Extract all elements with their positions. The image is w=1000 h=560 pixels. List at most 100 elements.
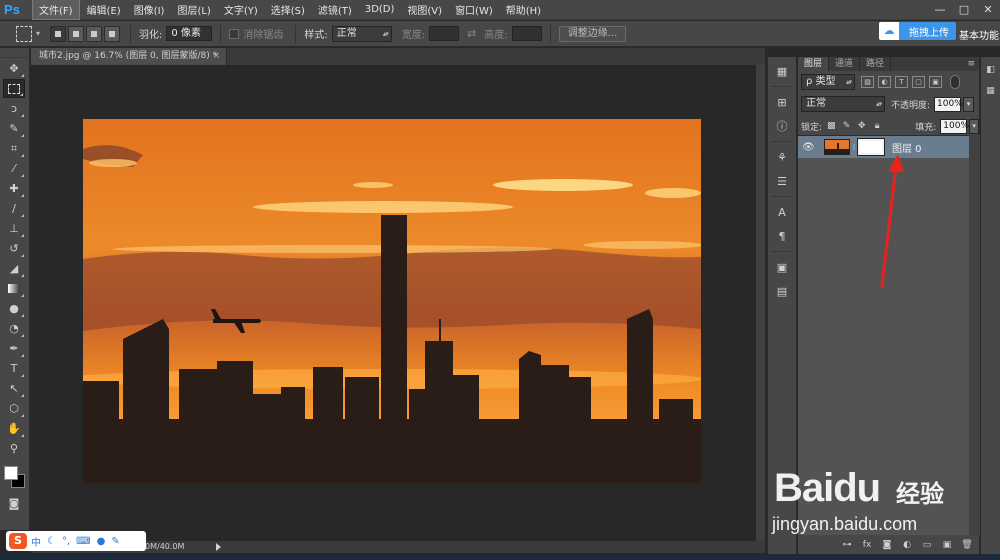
link-icon[interactable]: ⁝	[850, 143, 858, 152]
shape-tool-icon[interactable]: ⬡	[3, 399, 25, 418]
tab-layers[interactable]: 图层	[798, 57, 830, 71]
antialias-checkbox[interactable]	[229, 28, 240, 39]
notes-panel-icon[interactable]: ▤	[771, 281, 793, 301]
move-tool-icon[interactable]: ✥	[3, 59, 25, 78]
style-select[interactable]: 正常	[331, 25, 392, 42]
pen-tool-icon[interactable]: ✒	[3, 339, 25, 358]
hand-tool-icon[interactable]: ✋	[3, 419, 25, 438]
punctuation-icon[interactable]: °,	[62, 536, 70, 547]
watermark-site: jingyan.baidu.com	[772, 514, 918, 534]
menu-help[interactable]: 帮助(H)	[500, 0, 547, 19]
keyboard-icon[interactable]: ⌨	[76, 536, 90, 547]
fill-input[interactable]: 100%	[940, 118, 969, 134]
adjustment-filter-icon[interactable]: ◐	[878, 76, 891, 88]
lock-transparent-icon[interactable]: ▩	[826, 120, 836, 132]
intersect-selection-button[interactable]	[104, 25, 121, 42]
filter-toggle[interactable]	[950, 75, 960, 89]
properties-panel-icon[interactable]: ⊞	[771, 92, 793, 112]
lasso-tool-icon[interactable]: ↄ	[3, 99, 25, 118]
menu-window[interactable]: 窗口(W)	[449, 0, 499, 19]
wrench-icon[interactable]: ✎	[111, 536, 119, 547]
menu-edit[interactable]: 编辑(E)	[81, 0, 127, 19]
feather-input[interactable]: 0 像素	[166, 26, 213, 41]
upload-label: 拖拽上传	[909, 27, 949, 39]
tab-channels[interactable]: 通道	[829, 57, 861, 71]
blur-tool-icon[interactable]: ●	[3, 299, 25, 318]
history-brush-tool-icon[interactable]: ↺	[3, 239, 25, 258]
eraser-tool-icon[interactable]: ◢	[3, 259, 25, 278]
adjustments-panel-icon[interactable]: ☰	[771, 171, 793, 191]
user-icon[interactable]: ●	[97, 536, 106, 547]
chevron-down-icon[interactable]: ▾	[36, 29, 40, 38]
upload-button[interactable]: ☁ 拖拽上传	[879, 22, 956, 40]
swatches-panel-icon[interactable]: ▦	[983, 84, 998, 99]
foreground-color-swatch[interactable]	[4, 466, 18, 480]
clone-stamp-tool-icon[interactable]: ⊥	[3, 219, 25, 238]
lock-image-icon[interactable]: ✎	[841, 120, 851, 132]
menu-select[interactable]: 选择(S)	[265, 0, 311, 19]
close-tab-icon[interactable]: ×	[212, 48, 220, 65]
gradient-tool-icon[interactable]	[3, 279, 25, 298]
lock-all-icon[interactable]: 🔒︎	[872, 120, 882, 132]
workspace-switcher[interactable]: 基本功能	[959, 27, 999, 42]
options-bar: ▾ 羽化: 0 像素 消除锯齿 样式: 正常 宽度: ⇄ 高度: 调整边缘...	[0, 21, 1000, 47]
type-filter-icon[interactable]: T	[895, 76, 908, 88]
moon-icon[interactable]: ☾	[47, 536, 56, 547]
rect-marquee-tool-icon[interactable]	[3, 79, 25, 98]
info-panel-icon[interactable]: ⓘ	[771, 116, 793, 136]
height-input[interactable]	[511, 26, 542, 41]
brush-tool-icon[interactable]: ∕	[3, 199, 25, 218]
layer-filter-select[interactable]: ρ 类型	[801, 74, 855, 90]
brush-panel-icon[interactable]: ⚘	[771, 147, 793, 167]
close-window-button[interactable]: ✕	[976, 0, 1000, 20]
ime-mode-toggle[interactable]: 中	[31, 534, 41, 549]
eyedropper-tool-icon[interactable]: ⁄	[3, 159, 25, 178]
maximize-button[interactable]: □	[952, 0, 976, 20]
quick-select-tool-icon[interactable]: ✎	[3, 119, 25, 138]
menu-3d[interactable]: 3D(D)	[359, 2, 401, 17]
add-selection-button[interactable]	[68, 25, 85, 42]
color-panel-icon[interactable]: ◧	[983, 63, 998, 78]
canvas-scrollbar[interactable]	[756, 65, 765, 541]
opacity-slider-icon[interactable]: ▾	[963, 96, 975, 112]
menu-filter[interactable]: 滤镜(T)	[312, 0, 358, 19]
new-selection-button[interactable]	[50, 25, 67, 42]
menu-layer[interactable]: 图层(L)	[171, 0, 216, 19]
path-select-tool-icon[interactable]: ↖	[3, 379, 25, 398]
pixel-filter-icon[interactable]: ▧	[861, 76, 874, 88]
type-tool-icon[interactable]: T	[3, 359, 25, 378]
character-panel-icon[interactable]: A	[771, 202, 793, 222]
dodge-tool-icon[interactable]: ◔	[3, 319, 25, 338]
menu-file[interactable]: 文件(F)	[32, 0, 80, 20]
tool-presets-panel-icon[interactable]: ▣	[771, 257, 793, 277]
menu-image[interactable]: 图像(I)	[128, 0, 171, 19]
paragraph-panel-icon[interactable]: ¶	[771, 226, 793, 246]
crop-tool-icon[interactable]: ⌗	[3, 139, 25, 158]
status-menu-arrow-icon[interactable]	[216, 543, 221, 551]
width-input[interactable]	[429, 26, 460, 41]
refine-edge-button[interactable]: 调整边缘...	[558, 25, 627, 42]
menu-view[interactable]: 视图(V)	[401, 0, 448, 19]
layer-thumbnail[interactable]	[824, 139, 850, 155]
swap-icon[interactable]: ⇄	[467, 27, 476, 40]
minimize-button[interactable]: —	[928, 0, 952, 20]
lock-position-icon[interactable]: ✥	[857, 120, 867, 132]
menu-type[interactable]: 文字(Y)	[218, 0, 264, 19]
color-swatches[interactable]	[3, 466, 27, 490]
eye-icon[interactable]: 👁︎	[802, 142, 816, 153]
smart-object-filter-icon[interactable]: ▣	[929, 76, 942, 88]
shape-filter-icon[interactable]: ▢	[912, 76, 925, 88]
blend-mode-select[interactable]: 正常	[801, 96, 885, 112]
watermark-cn: 经验	[896, 480, 944, 508]
marquee-preset-icon[interactable]	[16, 25, 32, 42]
zoom-tool-icon[interactable]: ⚲	[3, 439, 25, 458]
opacity-input[interactable]: 100%	[934, 96, 963, 112]
panel-menu-icon[interactable]: ≡	[967, 57, 975, 71]
history-panel-icon[interactable]: ▦	[771, 61, 793, 81]
document-tab[interactable]: 城市2.jpg @ 16.7% (图层 0, 图层蒙版/8) * ×	[31, 48, 227, 65]
subtract-selection-button[interactable]	[86, 25, 103, 42]
tab-paths[interactable]: 路径	[860, 57, 892, 71]
quick-mask-icon[interactable]: ◙	[3, 494, 25, 513]
fill-slider-icon[interactable]: ▾	[969, 118, 979, 134]
healing-brush-tool-icon[interactable]: ✚	[3, 179, 25, 198]
